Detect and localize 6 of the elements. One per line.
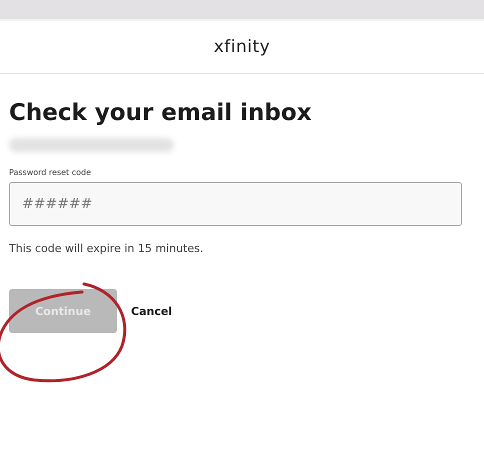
logo[interactable]: xfinity: [214, 37, 270, 57]
field-label: Password reset code: [9, 168, 92, 177]
code-input-field[interactable]: ######: [9, 182, 462, 226]
page-title: Check your email inbox: [9, 100, 312, 126]
cancel-link[interactable]: Cancel: [131, 304, 172, 318]
hint-text: This code will expire in 15 minutes.: [9, 242, 204, 255]
